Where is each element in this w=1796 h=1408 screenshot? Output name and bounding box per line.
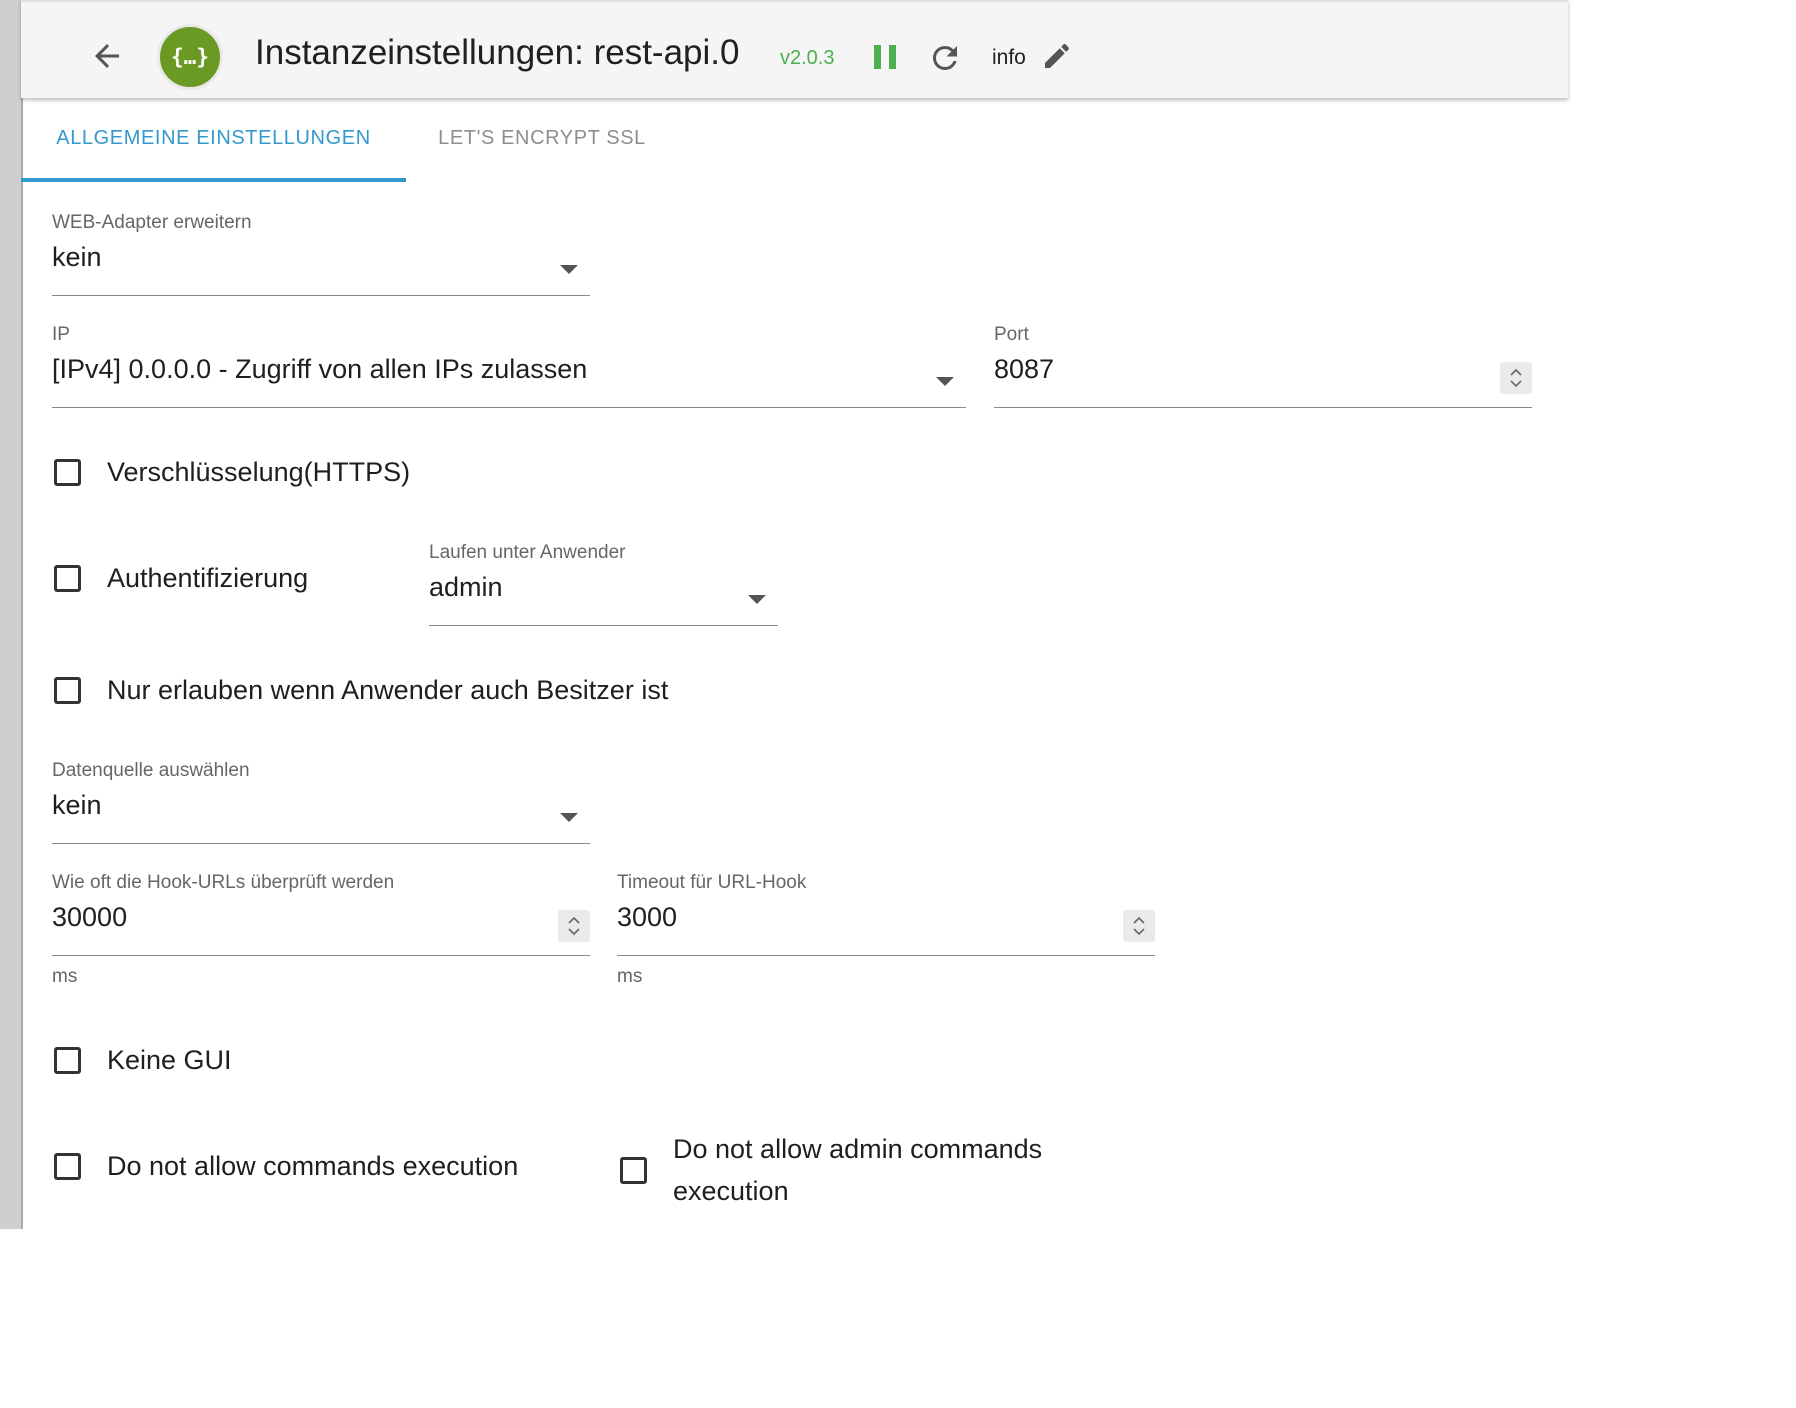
- hook-interval-value: 30000: [52, 902, 128, 932]
- auth-label: Authentifizierung: [107, 562, 309, 593]
- info-link[interactable]: info: [992, 46, 1026, 70]
- no-admin-commands-checkbox[interactable]: Do not allow admin commands execution: [620, 1128, 1073, 1212]
- no-commands-label: Do not allow commands execution: [107, 1150, 519, 1181]
- web-adapter-label: WEB-Adapter erweitern: [52, 212, 252, 233]
- checkbox-icon[interactable]: [54, 458, 81, 486]
- arrow-left-icon[interactable]: [89, 38, 125, 74]
- chevron-down-icon: [936, 377, 954, 386]
- https-label: Verschlüsselung(HTTPS): [107, 456, 411, 487]
- hook-interval-input[interactable]: Wie oft die Hook-URLs überprüft werden 3…: [52, 872, 590, 956]
- datasource-value: kein: [52, 790, 102, 820]
- ip-select[interactable]: IP [IPv4] 0.0.0.0 - Zugriff von allen IP…: [52, 324, 966, 408]
- owner-only-label: Nur erlauben wenn Anwender auch Besitzer…: [107, 674, 669, 705]
- web-adapter-select[interactable]: WEB-Adapter erweitern kein: [52, 212, 590, 296]
- number-spinner-icon[interactable]: [558, 910, 590, 942]
- field-underline: [52, 955, 590, 956]
- datasource-select[interactable]: Datenquelle auswählen kein: [52, 760, 590, 844]
- tab-lets-encrypt[interactable]: LET'S ENCRYPT SSL: [407, 100, 677, 178]
- pencil-icon[interactable]: [1041, 40, 1073, 72]
- checkbox-icon[interactable]: [54, 564, 81, 592]
- hook-timeout-input[interactable]: Timeout für URL-Hook 3000: [617, 872, 1155, 956]
- field-underline: [429, 625, 778, 626]
- checkbox-icon[interactable]: [54, 1046, 81, 1074]
- field-underline: [52, 407, 966, 408]
- app-header: {…} Instanzeinstellungen: rest-api.0 v2.…: [21, 0, 1568, 98]
- checkbox-icon[interactable]: [54, 1152, 81, 1180]
- reload-icon[interactable]: [927, 40, 963, 76]
- port-input[interactable]: Port 8087: [994, 324, 1532, 408]
- field-underline: [52, 295, 590, 296]
- web-adapter-value: kein: [52, 242, 102, 272]
- run-as-user-value: admin: [429, 572, 503, 602]
- port-label: Port: [994, 324, 1029, 345]
- datasource-label: Datenquelle auswählen: [52, 760, 250, 781]
- adapter-logo-icon: {…}: [157, 24, 223, 90]
- hook-timeout-label: Timeout für URL-Hook: [617, 872, 807, 893]
- hook-timeout-unit: ms: [617, 966, 643, 987]
- ip-label: IP: [52, 324, 70, 345]
- ip-value: [IPv4] 0.0.0.0 - Zugriff von allen IPs z…: [52, 354, 588, 384]
- tab-general-settings[interactable]: ALLGEMEINE EINSTELLUNGEN: [21, 100, 406, 182]
- hook-timeout-value: 3000: [617, 902, 678, 932]
- checkbox-icon[interactable]: [620, 1156, 647, 1184]
- page-title: Instanzeinstellungen: rest-api.0: [255, 33, 740, 72]
- field-underline: [617, 955, 1155, 956]
- tab-bar: ALLGEMEINE EINSTELLUNGEN LET'S ENCRYPT S…: [21, 100, 1568, 182]
- pause-icon[interactable]: [872, 42, 898, 72]
- chevron-down-icon: [560, 265, 578, 274]
- https-checkbox[interactable]: Verschlüsselung(HTTPS): [54, 450, 410, 494]
- no-admin-commands-label: Do not allow admin commands execution: [673, 1134, 1043, 1206]
- port-value: 8087: [994, 354, 1055, 384]
- window-edge: [0, 0, 23, 1229]
- hook-interval-label: Wie oft die Hook-URLs überprüft werden: [52, 872, 395, 893]
- run-as-user-label: Laufen unter Anwender: [429, 542, 626, 563]
- chevron-down-icon: [560, 813, 578, 822]
- field-underline: [52, 843, 590, 844]
- hook-interval-unit: ms: [52, 966, 78, 987]
- number-spinner-icon[interactable]: [1500, 362, 1532, 394]
- no-gui-label: Keine GUI: [107, 1044, 232, 1075]
- checkbox-icon[interactable]: [54, 676, 81, 704]
- number-spinner-icon[interactable]: [1123, 910, 1155, 942]
- version-badge: v2.0.3: [780, 47, 835, 69]
- run-as-user-select[interactable]: Laufen unter Anwender admin: [429, 542, 778, 626]
- auth-checkbox[interactable]: Authentifizierung: [54, 556, 308, 600]
- field-underline: [994, 407, 1532, 408]
- no-gui-checkbox[interactable]: Keine GUI: [54, 1038, 232, 1082]
- chevron-down-icon: [748, 595, 766, 604]
- owner-only-checkbox[interactable]: Nur erlauben wenn Anwender auch Besitzer…: [54, 668, 668, 712]
- no-commands-checkbox[interactable]: Do not allow commands execution: [54, 1144, 518, 1188]
